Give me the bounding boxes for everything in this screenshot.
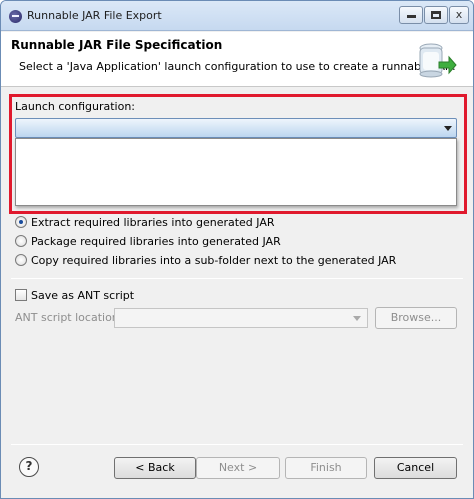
radio-copy-libraries[interactable]: Copy required libraries into a sub-folde… (15, 252, 396, 268)
save-ant-checkbox[interactable] (15, 289, 27, 301)
close-button[interactable]: x (449, 6, 469, 24)
maximize-button[interactable] (424, 6, 448, 24)
next-button[interactable]: Next > (196, 457, 280, 479)
eclipse-icon (9, 10, 22, 23)
separator (11, 278, 463, 279)
maximize-icon (431, 11, 441, 19)
highlight-box (9, 94, 467, 214)
chevron-down-icon (353, 316, 361, 321)
export-dialog: Runnable JAR File Export x Runnable JAR … (0, 0, 474, 499)
radio-label: Copy required libraries into a sub-folde… (31, 253, 397, 267)
page-description: Select a 'Java Application' launch confi… (19, 60, 456, 73)
help-icon[interactable]: ? (19, 457, 39, 477)
radio-package-libraries[interactable]: Package required libraries into generate… (15, 233, 281, 249)
radio-button[interactable] (15, 235, 27, 247)
save-ant-option[interactable]: Save as ANT script (15, 287, 134, 303)
ant-location-dropdown[interactable] (114, 308, 368, 328)
jar-export-icon (419, 43, 457, 78)
page-title: Runnable JAR File Specification (11, 38, 223, 52)
radio-label: Extract required libraries into generate… (31, 215, 275, 229)
radio-label: Package required libraries into generate… (31, 234, 281, 248)
ant-location-label: ANT script location: (15, 311, 123, 324)
save-ant-label: Save as ANT script (31, 288, 135, 302)
title-bar[interactable]: Runnable JAR File Export x (1, 1, 473, 31)
radio-button[interactable] (15, 216, 27, 228)
browse-button[interactable]: Browse... (375, 307, 457, 329)
radio-button[interactable] (15, 254, 27, 266)
window-title: Runnable JAR File Export (27, 9, 162, 22)
minimize-button[interactable] (399, 6, 423, 24)
wizard-header: Runnable JAR File Specification Select a… (1, 32, 473, 87)
finish-button[interactable]: Finish (285, 457, 367, 479)
radio-extract-libraries[interactable]: Extract required libraries into generate… (15, 214, 275, 230)
back-button[interactable]: < Back (114, 457, 196, 479)
minimize-icon (406, 15, 416, 18)
cancel-button[interactable]: Cancel (374, 457, 457, 479)
separator (11, 444, 463, 445)
